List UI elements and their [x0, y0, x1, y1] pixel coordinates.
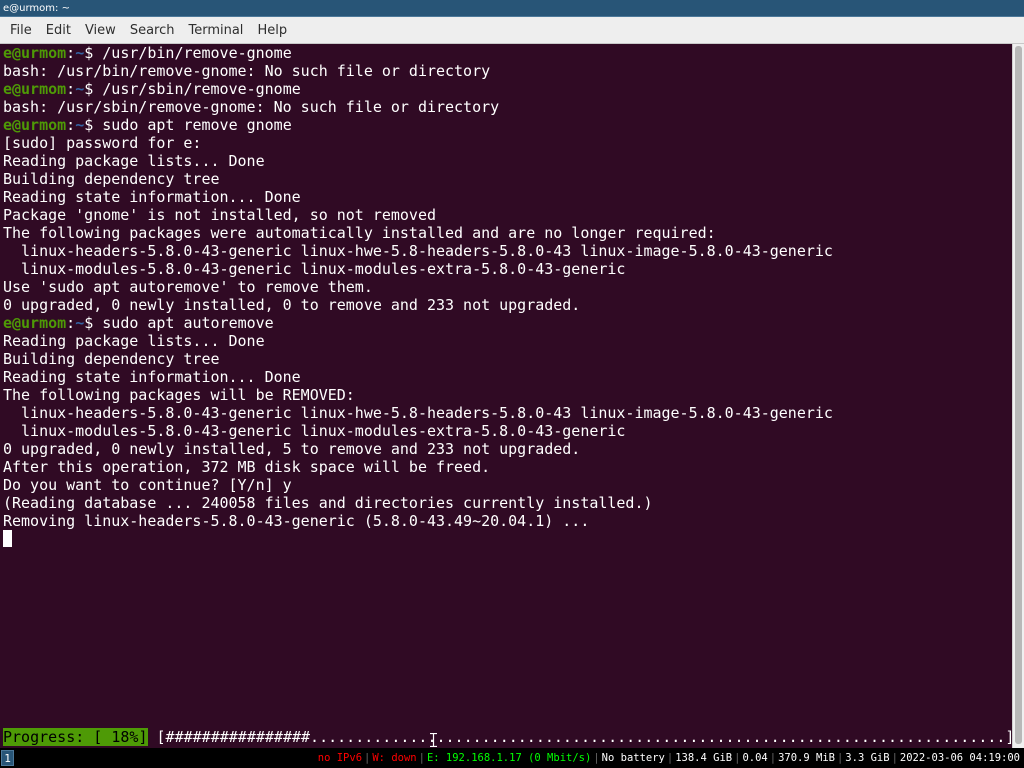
prompt-line: e@urmom:~$ /usr/sbin/remove-gnome	[3, 80, 301, 98]
menu-edit[interactable]: Edit	[39, 17, 78, 44]
prompt-path: ~	[75, 116, 85, 134]
output-line: bash: /usr/bin/remove-gnome: No such fil…	[3, 62, 491, 80]
terminal-scrollbar[interactable]	[1012, 44, 1024, 748]
cursor-line	[3, 530, 1012, 548]
output-line: The following packages were automaticall…	[3, 224, 716, 242]
menu-file[interactable]: File	[3, 17, 39, 44]
prompt-path: ~	[75, 44, 85, 62]
progress-label: Progress: [ 18%]	[3, 728, 148, 746]
output-line: 0 upgraded, 0 newly installed, 5 to remo…	[3, 440, 581, 458]
ipv6-status: no IPv6	[317, 752, 363, 764]
load-status: 0.04	[742, 752, 768, 764]
prompt-path: ~	[75, 314, 85, 332]
status-bar: 1 no IPv6 | W: down | E: 192.168.1.17 (0 Mbi…	[0, 748, 1024, 768]
output-line: 0 upgraded, 0 newly installed, 0 to remo…	[3, 296, 581, 314]
command-text: /usr/sbin/remove-gnome	[102, 80, 301, 98]
output-line: (Reading database ... 240058 files and d…	[3, 494, 653, 512]
output-line: linux-headers-5.8.0-43-generic linux-hwe…	[3, 242, 833, 260]
battery-status: No battery	[601, 752, 665, 764]
prompt-path: ~	[75, 80, 85, 98]
output-line: Reading package lists... Done	[3, 332, 265, 350]
prompt-symbol: $	[84, 314, 94, 332]
clock: 2022-03-06 04:19:00	[899, 752, 1020, 764]
output-line: Removing linux-headers-5.8.0-43-generic …	[3, 512, 590, 530]
prompt-user-host: e@urmom	[3, 44, 67, 62]
output-line: linux-modules-5.8.0-43-generic linux-mod…	[3, 422, 626, 440]
output-line: Reading package lists... Done	[3, 152, 265, 170]
prompt-user-host: e@urmom	[3, 116, 67, 134]
prompt-symbol: $	[84, 80, 94, 98]
prompt-symbol: $	[84, 116, 94, 134]
progress-bar: [################.......................…	[156, 728, 1015, 746]
command-text: sudo apt remove gnome	[102, 116, 292, 134]
text-cursor-icon	[430, 733, 437, 747]
output-line: linux-modules-5.8.0-43-generic linux-mod…	[3, 260, 626, 278]
menu-help[interactable]: Help	[250, 17, 294, 44]
prompt-line: e@urmom:~$ sudo apt remove gnome	[3, 116, 292, 134]
window-title-bar[interactable]: e@urmom: ~	[0, 0, 1024, 17]
output-line: Building dependency tree	[3, 170, 220, 188]
terminal-output[interactable]: e@urmom:~$ /usr/bin/remove-gnome bash: /u…	[0, 44, 1012, 748]
output-line: linux-headers-5.8.0-43-generic linux-hwe…	[3, 404, 833, 422]
output-line: Reading state information... Done	[3, 368, 301, 386]
output-line: Use 'sudo apt autoremove' to remove them…	[3, 278, 373, 296]
menu-bar: File Edit View Search Terminal Help	[0, 17, 1024, 44]
prompt-user-host: e@urmom	[3, 314, 67, 332]
wireless-status: W: down	[372, 752, 417, 764]
prompt-user-host: e@urmom	[3, 80, 67, 98]
disk-status: 138.4 GiB	[675, 752, 733, 764]
menu-view[interactable]: View	[78, 17, 123, 44]
status-items: no IPv6 | W: down | E: 192.168.1.17 (0 Mbit/…	[317, 752, 1020, 764]
output-line: bash: /usr/sbin/remove-gnome: No such fi…	[3, 98, 500, 116]
output-line: Building dependency tree	[3, 350, 220, 368]
output-line: The following packages will be REMOVED:	[3, 386, 355, 404]
menu-search[interactable]: Search	[123, 17, 182, 44]
prompt-line: e@urmom:~$ sudo apt autoremove	[3, 314, 274, 332]
output-line: After this operation, 372 MB disk space …	[3, 458, 491, 476]
command-text: sudo apt autoremove	[102, 314, 274, 332]
scrollbar-thumb[interactable]	[1015, 46, 1022, 744]
output-line: Package 'gnome' is not installed, so not…	[3, 206, 436, 224]
menu-terminal[interactable]: Terminal	[181, 17, 250, 44]
prompt-symbol: $	[84, 44, 94, 62]
swap-status: 3.3 GiB	[845, 752, 890, 764]
workspace-button[interactable]: 1	[1, 750, 14, 766]
terminal-cursor	[3, 530, 12, 547]
memory-status: 370.9 MiB	[778, 752, 835, 764]
output-line: Do you want to continue? [Y/n] y	[3, 476, 292, 494]
progress-row: Progress: [ 18%] [################......…	[3, 728, 1014, 746]
prompt-line: e@urmom:~$ /usr/bin/remove-gnome	[3, 44, 292, 62]
command-text: /usr/bin/remove-gnome	[102, 44, 292, 62]
window-title: e@urmom: ~	[3, 3, 70, 14]
ethernet-status: E: 192.168.1.17 (0 Mbit/s)	[426, 752, 592, 764]
output-line: [sudo] password for e:	[3, 134, 202, 152]
output-line: Reading state information... Done	[3, 188, 301, 206]
